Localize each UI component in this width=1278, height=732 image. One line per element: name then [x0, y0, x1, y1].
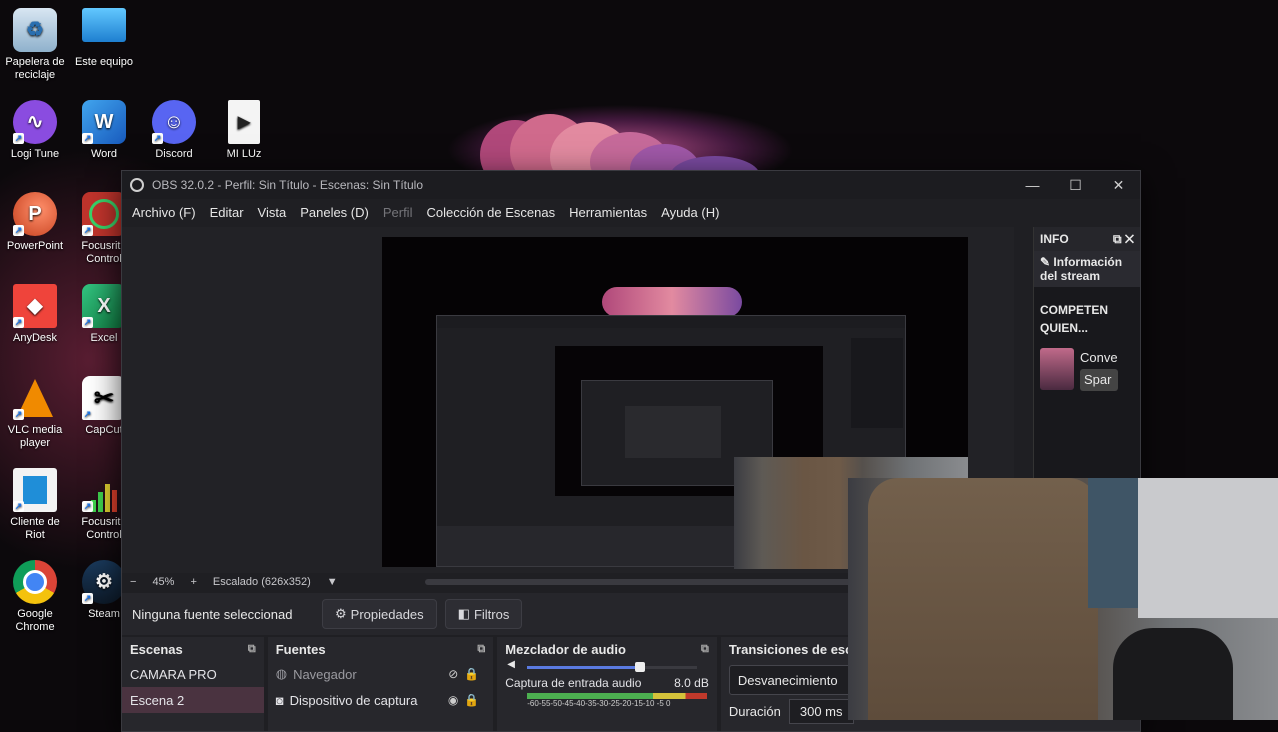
discord-icon: ☺ ↗: [152, 100, 196, 144]
dock-popout-icon[interactable]: ⧉: [248, 643, 256, 656]
menu-perfil: Perfil: [382, 204, 413, 220]
globe-icon: ◍: [275, 666, 288, 681]
event-item-2[interactable]: Spar: [1080, 369, 1118, 391]
vlc-icon: ↗: [13, 376, 57, 420]
logi-tune-icon: ∿ ↗: [13, 100, 57, 144]
anydesk-icon: ◆ ↗: [13, 284, 57, 328]
riot-icon: ↗: [13, 468, 57, 512]
source-item[interactable]: ◍ Navegador ⊘🔒: [268, 661, 494, 687]
desktop-icon-powerpoint[interactable]: P ↗ PowerPoint: [0, 192, 70, 253]
capcut-icon: ✂ ↗: [82, 376, 126, 420]
menu-coleccion-escenas[interactable]: Colección de Escenas: [419, 205, 562, 220]
stream-info-link[interactable]: ✎ Información del stream: [1034, 251, 1140, 287]
webcam-chair: [1113, 628, 1233, 720]
menu-editar[interactable]: Editar: [203, 205, 251, 220]
dock-popout-icon[interactable]: ⧉: [701, 643, 709, 656]
desktop-icon-mi-luz[interactable]: ▶ MI LUz: [209, 100, 279, 161]
camera-icon: ◙: [275, 692, 284, 708]
event-title: COMPETEN QUIEN...: [1040, 303, 1109, 335]
scale-label: Escalado (626x352): [212, 576, 311, 588]
transitions-title: Transiciones de esc: [728, 641, 853, 657]
focusrite-bars-icon: ↗: [82, 468, 126, 512]
obs-logo-icon: [130, 178, 144, 192]
properties-button[interactable]: ⚙ Propiedades: [322, 599, 437, 629]
scenes-dock: Escenas ⧉ CAMARA PRO Escena 2: [122, 637, 264, 731]
desktop-icon-este-equipo[interactable]: Este equipo: [69, 8, 139, 69]
pin-icon: ✎: [1040, 255, 1051, 269]
menu-ayuda[interactable]: Ayuda (H): [654, 205, 726, 220]
maximize-button[interactable]: ☐: [1054, 177, 1097, 194]
scene-item-selected[interactable]: Escena 2: [122, 687, 264, 713]
focusrite-icon: ↗: [82, 192, 126, 236]
menu-herramientas[interactable]: Herramientas: [562, 205, 654, 220]
duration-input[interactable]: 300 ms: [788, 699, 854, 724]
menu-paneles[interactable]: Paneles (D): [293, 205, 376, 220]
desktop-icon-discord[interactable]: ☺ ↗ Discord: [139, 100, 209, 161]
window-title: OBS 32.0.2 - Perfil: Sin Título - Escena…: [152, 178, 424, 192]
master-volume-slider[interactable]: ◀: [507, 659, 707, 673]
desktop-icon-chrome[interactable]: Google Chrome: [0, 560, 70, 634]
sources-title: Fuentes: [275, 641, 326, 657]
filter-icon: ◧: [457, 606, 470, 621]
stream-info-label: Información del stream: [1040, 255, 1123, 283]
desktop-icon-anydesk[interactable]: ◆ ↗ AnyDesk: [0, 284, 70, 345]
desktop-icon-vlc[interactable]: ↗ VLC media player: [0, 376, 70, 450]
close-button[interactable]: ✕: [1097, 177, 1140, 194]
scale-dropdown-icon[interactable]: ▼: [319, 576, 346, 588]
no-source-label: Ninguna fuente seleccionad: [132, 606, 293, 622]
menu-bar: Archivo (F) Editar Vista Paneles (D) Per…: [122, 199, 1140, 225]
visibility-lock-icons[interactable]: ⊘🔒: [448, 667, 485, 681]
webcam-wall: [1138, 478, 1278, 618]
mixer-channel: Captura de entrada audio 8.0 dB: [505, 676, 709, 690]
zoom-out-button[interactable]: −: [122, 576, 144, 588]
steam-icon: ⚙ ↗: [82, 560, 126, 604]
filters-button[interactable]: ◧ Filtros: [444, 599, 523, 629]
desktop-icon-logi-tune[interactable]: ∿ ↗ Logi Tune: [0, 100, 70, 161]
source-item[interactable]: ◙ Dispositivo de captura de ◉🔒: [268, 687, 494, 713]
dock-popout-icon[interactable]: ⧉ ✕: [1113, 232, 1134, 247]
nested-wallpaper-swirl: [602, 287, 742, 317]
speaker-icon: ◀: [507, 659, 515, 670]
info-dock-header: INFO ⧉ ✕: [1034, 227, 1140, 251]
webcam-person-shirt: [868, 478, 1098, 720]
webcam-door: [1088, 478, 1138, 608]
duration-label: Duración: [728, 704, 781, 719]
meter-scale: -60-55-50-45-40-35-30-25-20-15-10 -5 0: [527, 699, 671, 708]
powerpoint-icon: P ↗: [13, 192, 57, 236]
excel-icon: X ↗: [82, 284, 126, 328]
scenes-title: Escenas: [130, 641, 183, 657]
scene-item[interactable]: CAMARA PRO: [122, 661, 264, 687]
menu-vista[interactable]: Vista: [251, 205, 294, 220]
zoom-in-button[interactable]: +: [182, 576, 204, 588]
event-thumbnail: [1040, 348, 1074, 390]
desktop-icon-word[interactable]: W ↗ Word: [69, 100, 139, 161]
video-file-icon: ▶: [228, 100, 260, 144]
mixer-title: Mezclador de audio: [505, 641, 626, 657]
visibility-lock-icons[interactable]: ◉🔒: [448, 693, 485, 707]
word-icon: W ↗: [82, 100, 126, 144]
event-item-1: Conve: [1080, 350, 1118, 365]
webcam-overlay: [848, 478, 1278, 720]
obs-titlebar: OBS 32.0.2 - Perfil: Sin Título - Escena…: [122, 171, 1140, 199]
info-dock-title: INFO: [1040, 232, 1069, 246]
monitor-icon: [82, 8, 126, 42]
menu-archivo[interactable]: Archivo (F): [125, 205, 203, 220]
desktop-icon-riot[interactable]: ↗ Cliente de Riot: [0, 468, 70, 542]
channel-db: 8.0 dB: [674, 676, 709, 690]
gear-icon: ⚙: [335, 606, 347, 621]
zoom-value: 45%: [152, 576, 175, 588]
dock-popout-icon[interactable]: ⧉: [477, 643, 485, 656]
info-dock: INFO ⧉ ✕ ✎ Información del stream COMPET…: [1033, 227, 1140, 479]
desktop-icon-recycle-bin[interactable]: ♻ Papelera de reciclaje: [0, 8, 70, 82]
recycle-bin-icon: ♻: [13, 8, 57, 52]
chrome-icon: [13, 560, 57, 604]
sources-dock: Fuentes ⧉ ◍ Navegador ⊘🔒 ◙ Dispositivo de…: [267, 637, 494, 731]
minimize-button[interactable]: —: [1011, 177, 1054, 194]
audio-mixer-dock: Mezclador de audio ⧉ ◀ Captura de entrada…: [497, 637, 717, 731]
